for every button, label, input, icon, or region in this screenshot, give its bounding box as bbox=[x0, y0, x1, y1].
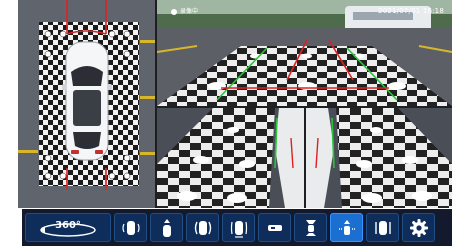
recording-dot-icon bbox=[171, 9, 177, 15]
car-top-split-view-icon bbox=[305, 219, 316, 236]
left-camera-image bbox=[157, 108, 304, 208]
car-front-view-icon bbox=[162, 218, 171, 237]
car-top-model bbox=[62, 41, 112, 161]
car-front-wide-view-button[interactable] bbox=[330, 213, 363, 242]
view-360-button[interactable]: 360° bbox=[25, 213, 111, 242]
gear-icon bbox=[409, 218, 428, 237]
car-narrow-view-button[interactable] bbox=[258, 213, 291, 242]
car-side-mirror-view-button[interactable] bbox=[366, 213, 399, 242]
car-rear-view-button[interactable] bbox=[222, 213, 255, 242]
view-360-label: 360° bbox=[55, 220, 81, 231]
birdseye-calibration-grid bbox=[18, 0, 155, 208]
recording-label: 录像中 bbox=[180, 8, 199, 15]
car-rear-view-icon bbox=[230, 220, 247, 238]
recording-indicator: 录像中 bbox=[171, 9, 198, 15]
right-camera-image bbox=[306, 108, 452, 208]
car-front-view-button[interactable] bbox=[150, 213, 183, 242]
car-narrow-view-icon bbox=[267, 224, 282, 231]
car-both-sides-view-button[interactable] bbox=[186, 213, 219, 242]
timestamp: 2021/07/01 16:18 bbox=[378, 7, 444, 15]
front-camera-image bbox=[157, 0, 452, 106]
car-top-split-view-button[interactable] bbox=[294, 213, 327, 242]
settings-button[interactable] bbox=[402, 213, 435, 242]
view-toolbar: 360° bbox=[22, 209, 452, 246]
right-camera-view[interactable] bbox=[306, 108, 452, 208]
car-rear-left-view-button[interactable] bbox=[114, 213, 147, 242]
left-camera-view[interactable] bbox=[157, 108, 304, 208]
front-camera-view[interactable]: 录像中 2021/07/01 16:18 bbox=[157, 0, 452, 106]
birdseye-view[interactable] bbox=[18, 0, 155, 208]
car-both-sides-view-icon bbox=[194, 220, 211, 235]
car-side-mirror-view-icon bbox=[374, 220, 391, 235]
camera-screen: 录像中 2021/07/01 16:18 bbox=[18, 0, 452, 208]
car-front-wide-view-icon bbox=[338, 219, 355, 235]
car-rear-left-view-icon bbox=[121, 220, 140, 235]
